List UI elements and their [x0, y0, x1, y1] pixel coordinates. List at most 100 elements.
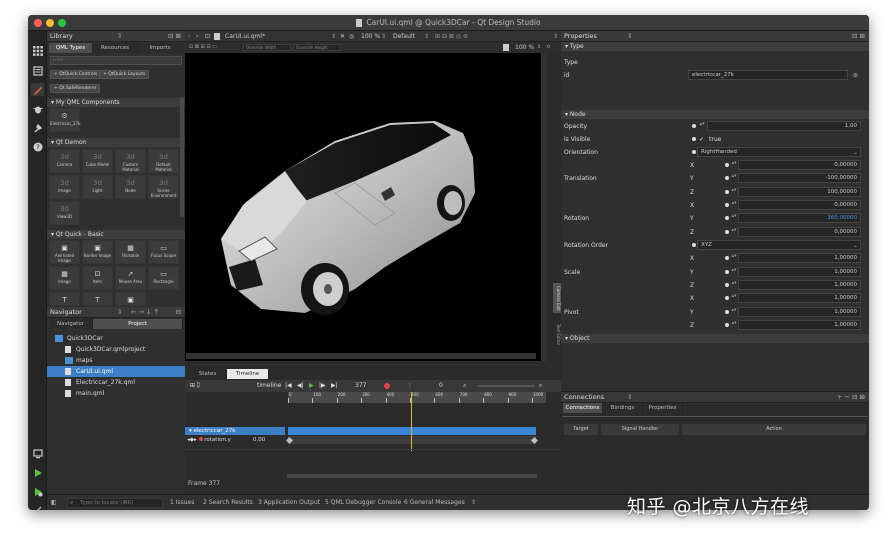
spinner-arrows-icon[interactable]: ▴▾ — [731, 321, 737, 329]
navigator-arrows-icon[interactable]: ← → ↓ ↑ — [131, 307, 159, 318]
edit-mode-icon[interactable] — [31, 64, 44, 77]
viewport-horizontal-scrollbar[interactable] — [186, 353, 536, 359]
property-value-field[interactable]: 1,00000 — [738, 267, 861, 277]
to-end-icon[interactable]: ▶| — [331, 380, 338, 392]
spinner-arrows-icon[interactable]: ▴▾ — [731, 268, 737, 276]
binding-indicator-icon[interactable] — [725, 270, 729, 274]
library-item-8[interactable]: 3d View3D — [49, 201, 80, 225]
quick-item-0[interactable]: ▣ Animated Image — [49, 240, 80, 264]
property-value-field[interactable]: RightHanded — [697, 147, 861, 157]
binding-indicator-icon[interactable] — [725, 323, 729, 327]
tab-connections[interactable]: Connections — [563, 403, 603, 413]
style-selector[interactable]: Default — [393, 31, 415, 42]
override-height-input[interactable]: Override Height — [293, 44, 341, 51]
tab-qml-types[interactable]: QML Types — [49, 43, 93, 53]
library-item-7[interactable]: 3d Scene Environment — [148, 175, 179, 199]
play-icon[interactable]: ▶ — [309, 380, 314, 392]
binding-indicator-icon[interactable] — [692, 150, 696, 154]
status-issues[interactable]: 1 Issues — [170, 495, 194, 510]
library-dropdown-icon[interactable]: ⇕ — [117, 31, 122, 42]
property-value-field[interactable]: electriccar_27k — [688, 70, 848, 80]
binding-indicator-icon[interactable] — [692, 124, 696, 128]
quick-item-4[interactable]: ▦ Image — [49, 266, 80, 290]
camera-edit-toggle[interactable]: Camera Edit — [553, 283, 561, 313]
quick-item-2[interactable]: ▦ Flickable — [115, 240, 146, 264]
style-dropdown-icon[interactable]: ⇕ — [424, 31, 429, 42]
override-width-input[interactable]: Override Width — [243, 44, 291, 51]
viewport-vertical-scrollbar[interactable] — [541, 53, 547, 361]
section-qt-demon[interactable]: ▾ Qt Demon — [47, 138, 185, 147]
binding-indicator-icon[interactable] — [725, 163, 729, 167]
background-color-swatch[interactable] — [503, 44, 509, 51]
status-qml-debugger[interactable]: 5 QML Debugger Console — [325, 495, 401, 510]
project-tree-item[interactable]: Quick3DCar.qmlproject — [47, 344, 185, 355]
add-qt-saferenderer-button[interactable]: + Qt.SafeRenderer — [50, 84, 101, 93]
next-frame-icon[interactable]: |▶ — [319, 380, 326, 392]
binding-indicator-icon[interactable] — [725, 256, 729, 260]
zoom2-dropdown-icon[interactable]: ⇕ — [537, 42, 541, 53]
property-value-field[interactable]: XYZ — [697, 240, 861, 250]
properties-split-icon[interactable]: ⊟ ⊠ — [852, 31, 865, 42]
library-item-6[interactable]: 3d Node — [115, 175, 146, 199]
reset-view-icon[interactable]: ⟲ — [546, 42, 550, 53]
chevron-down-icon[interactable]: ⌄ — [853, 146, 858, 159]
library-item-3[interactable]: 3d Default Material — [148, 149, 179, 173]
property-value-field[interactable]: 360,00000 — [738, 213, 861, 223]
properties-dropdown-icon[interactable]: ⇕ — [627, 31, 632, 42]
section-node[interactable]: ▾ Node — [561, 110, 869, 119]
scene-viewport[interactable] — [185, 53, 547, 361]
status-application-output[interactable]: 3 Application Output — [258, 495, 320, 510]
current-frame-field[interactable]: 377 — [355, 380, 366, 392]
property-value-field[interactable]: 100,00000 — [738, 187, 861, 197]
track-rotation-y[interactable]: ◂◆▸ rotation.y 0,00 — [185, 436, 285, 444]
quick-item-7[interactable]: ▭ Rectangle — [148, 266, 179, 290]
add-qtquick-layouts-button[interactable]: + QtQuick.Layouts — [99, 70, 150, 79]
tab-project[interactable]: Project — [93, 319, 183, 329]
section-type[interactable]: ▾ Type — [561, 42, 869, 51]
quick-item-6[interactable]: ➚ Mouse Area — [115, 266, 146, 290]
selection-tools-icon[interactable]: ⊡ ⊠ ⊞ ⊟ ▭ — [189, 42, 217, 53]
project-tree-item[interactable]: maps — [47, 355, 185, 366]
help-mode-icon[interactable]: ? — [31, 140, 44, 153]
status-search-results[interactable]: 2 Search Results — [203, 495, 253, 510]
tab-bindings[interactable]: Bindings — [603, 403, 643, 413]
binding-indicator-icon[interactable] — [725, 283, 729, 287]
tab-properties[interactable]: Properties — [643, 403, 683, 413]
close-window-button[interactable] — [34, 19, 42, 27]
track-value[interactable]: 0,00 — [253, 436, 265, 444]
spinner-arrows-icon[interactable]: ▴▾ — [731, 188, 737, 196]
tab-resources[interactable]: Resources — [93, 43, 138, 53]
binding-indicator-icon[interactable] — [725, 176, 729, 180]
binding-indicator-icon[interactable] — [725, 203, 729, 207]
section-my-qml-components[interactable]: ▾ My QML Components — [47, 98, 185, 107]
library-item-electriccar[interactable]: ⚙ Electriccar_27k — [49, 108, 81, 132]
library-scrollbar[interactable] — [180, 97, 184, 217]
column-action[interactable]: Action — [682, 424, 866, 435]
spinner-arrows-icon[interactable]: ▴▾ — [731, 294, 737, 302]
debug-run-icon[interactable] — [31, 485, 44, 498]
binding-indicator-icon[interactable] — [725, 190, 729, 194]
output-panes-dropdown-icon[interactable]: ⇕ — [471, 495, 476, 510]
property-value-field[interactable]: 0,00000 — [738, 227, 861, 237]
timeline-zoom-slider[interactable] — [477, 385, 535, 387]
column-signal-handler[interactable]: Signal Handler — [601, 424, 679, 435]
text-editor-toggle[interactable]: Text Editor — [553, 319, 561, 351]
quick-item-more-2[interactable]: ▣ — [115, 292, 146, 306]
add-qtquick-controls-button[interactable]: + QtQuick.Controls — [50, 70, 102, 79]
lock-icon[interactable]: ⊡ — [205, 31, 210, 42]
quick-item-1[interactable]: ▣ Border Image — [82, 240, 113, 264]
project-tree-item[interactable]: main.qml — [47, 388, 185, 399]
build-icon[interactable] — [31, 503, 44, 510]
zoom-dropdown-icon[interactable]: ⇕ — [381, 31, 386, 42]
file-dropdown-icon[interactable]: ⇕ — [331, 31, 336, 42]
toolbar-actions-icon[interactable]: ⊞ ⊟ ⊠ ◎ ⊛ — [435, 31, 468, 42]
property-value-field[interactable]: 0,00000 — [738, 160, 861, 170]
quick-item-5[interactable]: ⊡ Item — [82, 266, 113, 290]
tab-timeline[interactable]: Timeline — [227, 369, 269, 379]
timeline-horizontal-scrollbar[interactable] — [287, 474, 537, 478]
toolbar-split-icon[interactable]: ⇕ — [553, 31, 558, 42]
tab-states[interactable]: States — [189, 369, 227, 379]
section-object[interactable]: ▾ Object — [561, 334, 869, 343]
close-file-icon[interactable]: ✕ — [340, 31, 345, 42]
navigator-split-icon[interactable]: ⊟ — [176, 307, 181, 318]
